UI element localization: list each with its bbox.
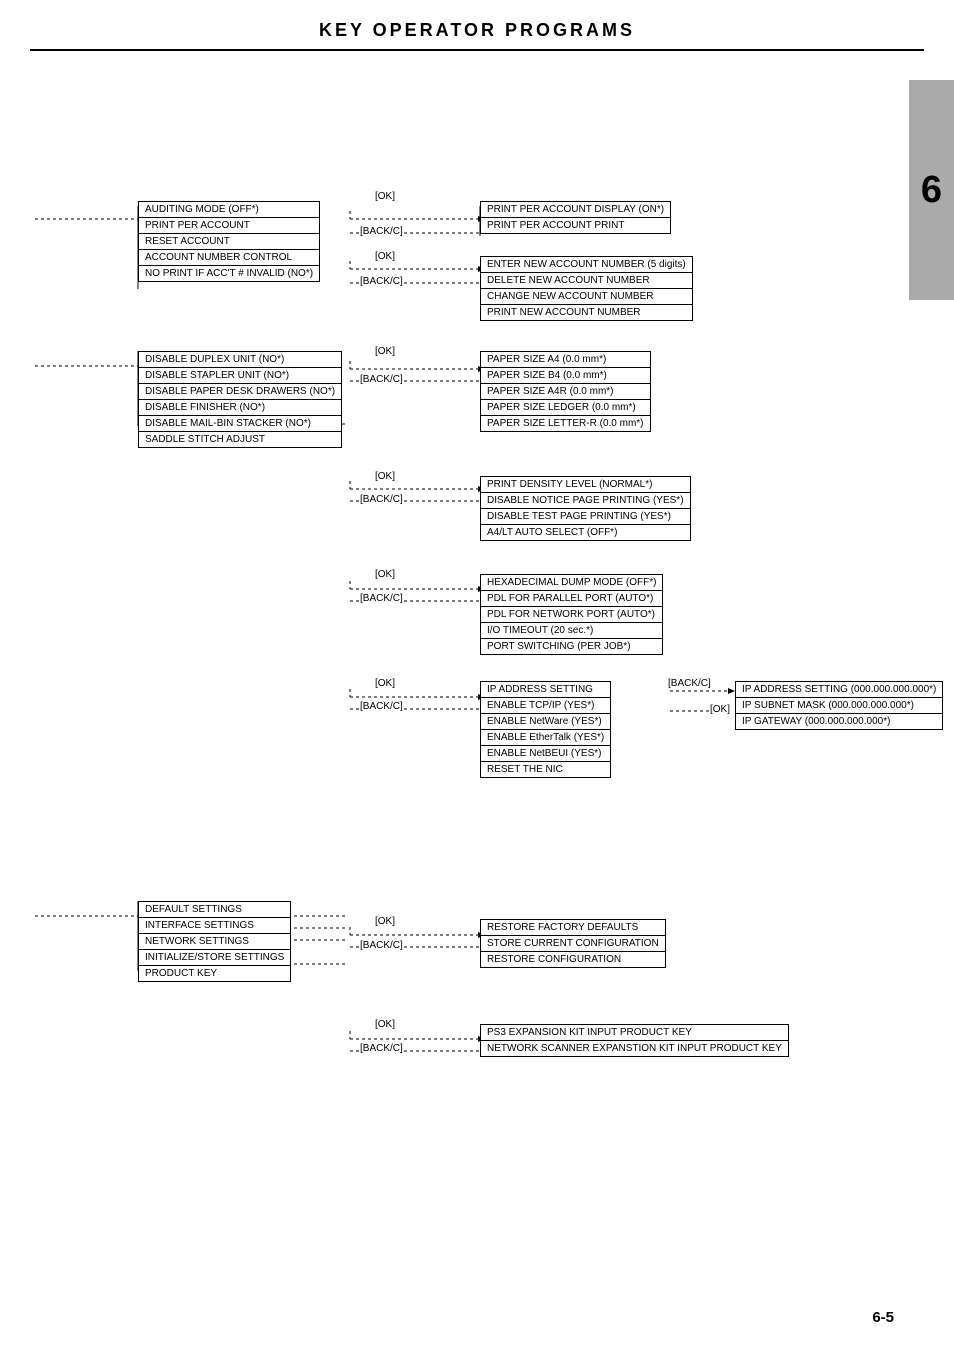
enter-new-account: ENTER NEW ACCOUNT NUMBER (5 digits)	[481, 257, 692, 273]
ok-label-2: [OK]	[375, 346, 395, 357]
enable-netbeui: ENABLE NetBEUI (YES*)	[481, 746, 610, 762]
no-print-invalid: NO PRINT IF ACC'T # INVALID (NO*)	[139, 266, 319, 281]
disable-finisher: DISABLE FINISHER (NO*)	[139, 400, 341, 416]
backc-label-4: [BACK/C]	[360, 593, 403, 604]
restore-factory: RESTORE FACTORY DEFAULTS	[481, 920, 665, 936]
ok-label-7: [OK]	[375, 1019, 395, 1030]
ok-label-5b: [OK]	[710, 704, 730, 715]
paper-a4r: PAPER SIZE A4R (0.0 mm*)	[481, 384, 650, 400]
backc-label-5: [BACK/C]	[360, 701, 403, 712]
enable-netware: ENABLE NetWare (YES*)	[481, 714, 610, 730]
network-settings: NETWORK SETTINGS	[139, 934, 290, 950]
page-number: 6-5	[872, 1309, 894, 1326]
delete-new-account: DELETE NEW ACCOUNT NUMBER	[481, 273, 692, 289]
disable-stapler: DISABLE STAPLER UNIT (NO*)	[139, 368, 341, 384]
ps3-expansion: PS3 EXPANSION KIT INPUT PRODUCT KEY	[481, 1025, 788, 1041]
backc-label-1b: [BACK/C]	[360, 276, 403, 287]
disable-mailbin: DISABLE MAIL-BIN STACKER (NO*)	[139, 416, 341, 432]
initialize-store: INITIALIZE/STORE SETTINGS	[139, 950, 290, 966]
io-timeout: I/O TIMEOUT (20 sec.*)	[481, 623, 662, 639]
auditing-mode: AUDITING MODE (OFF*)	[139, 202, 319, 218]
ok-label-5: [OK]	[375, 678, 395, 689]
backc-label-3: [BACK/C]	[360, 494, 403, 505]
ip-gateway: IP GATEWAY (000.000.000.000*)	[736, 714, 942, 729]
ok-label-1: [OK]	[375, 191, 395, 202]
disable-notice: DISABLE NOTICE PAGE PRINTING (YES*)	[481, 493, 690, 509]
pdl-parallel: PDL FOR PARALLEL PORT (AUTO*)	[481, 591, 662, 607]
backc-label-6: [BACK/C]	[360, 940, 403, 951]
paper-ledger: PAPER SIZE LEDGER (0.0 mm*)	[481, 400, 650, 416]
hex-dump: HEXADECIMAL DUMP MODE (OFF*)	[481, 575, 662, 591]
ok-label-3: [OK]	[375, 471, 395, 482]
a4lt-auto: A4/LT AUTO SELECT (OFF*)	[481, 525, 690, 540]
saddle-stitch: SADDLE STITCH ADJUST	[139, 432, 341, 447]
section-tab: 6	[909, 80, 954, 300]
enable-ethertalk: ENABLE EtherTalk (YES*)	[481, 730, 610, 746]
print-new-account: PRINT NEW ACCOUNT NUMBER	[481, 305, 692, 320]
ip-subnet-mask: IP SUBNET MASK (000.000.000.000*)	[736, 698, 942, 714]
paper-letter-r: PAPER SIZE LETTER-R (0.0 mm*)	[481, 416, 650, 431]
restore-config: RESTORE CONFIGURATION	[481, 952, 665, 967]
paper-b4: PAPER SIZE B4 (0.0 mm*)	[481, 368, 650, 384]
ok-label-6: [OK]	[375, 916, 395, 927]
backc-label-2: [BACK/C]	[360, 374, 403, 385]
page-container: KEY OPERATOR PROGRAMS	[0, 0, 954, 1351]
default-settings: DEFAULT SETTINGS	[139, 902, 290, 918]
account-number-control: ACCOUNT NUMBER CONTROL	[139, 250, 319, 266]
disable-duplex: DISABLE DUPLEX UNIT (NO*)	[139, 352, 341, 368]
disable-test: DISABLE TEST PAGE PRINTING (YES*)	[481, 509, 690, 525]
ip-address-setting: IP ADDRESS SETTING	[481, 682, 610, 698]
enable-tcpip: ENABLE TCP/IP (YES*)	[481, 698, 610, 714]
ok-label-4: [OK]	[375, 569, 395, 580]
reset-account: RESET ACCOUNT	[139, 234, 319, 250]
interface-settings: INTERFACE SETTINGS	[139, 918, 290, 934]
page-title: KEY OPERATOR PROGRAMS	[30, 20, 924, 51]
backc-label-5b: [BACK/C]	[668, 678, 711, 689]
change-new-account: CHANGE NEW ACCOUNT NUMBER	[481, 289, 692, 305]
reset-nic: RESET THE NIC	[481, 762, 610, 777]
paper-a4: PAPER SIZE A4 (0.0 mm*)	[481, 352, 650, 368]
print-per-account: PRINT PER ACCOUNT	[139, 218, 319, 234]
backc-label-1: [BACK/C]	[360, 226, 403, 237]
product-key: PRODUCT KEY	[139, 966, 290, 981]
port-switching: PORT SWITCHING (PER JOB*)	[481, 639, 662, 654]
print-density: PRINT DENSITY LEVEL (NORMAL*)	[481, 477, 690, 493]
network-scanner: NETWORK SCANNER EXPANSTION KIT INPUT PRO…	[481, 1041, 788, 1056]
print-per-account-display: PRINT PER ACCOUNT DISPLAY (ON*)	[481, 202, 670, 218]
ip-address-setting-val: IP ADDRESS SETTING (000.000.000.000*)	[736, 682, 942, 698]
backc-label-7: [BACK/C]	[360, 1043, 403, 1054]
print-per-account-print: PRINT PER ACCOUNT PRINT	[481, 218, 670, 233]
disable-paper-desk: DISABLE PAPER DESK DRAWERS (NO*)	[139, 384, 341, 400]
store-current: STORE CURRENT CONFIGURATION	[481, 936, 665, 952]
diagram-area: [OK] AUDITING MODE (OFF*) PRINT PER ACCO…	[30, 71, 924, 1271]
section-number: 6	[921, 169, 942, 212]
pdl-network: PDL FOR NETWORK PORT (AUTO*)	[481, 607, 662, 623]
ok-label-1b: [OK]	[375, 251, 395, 262]
